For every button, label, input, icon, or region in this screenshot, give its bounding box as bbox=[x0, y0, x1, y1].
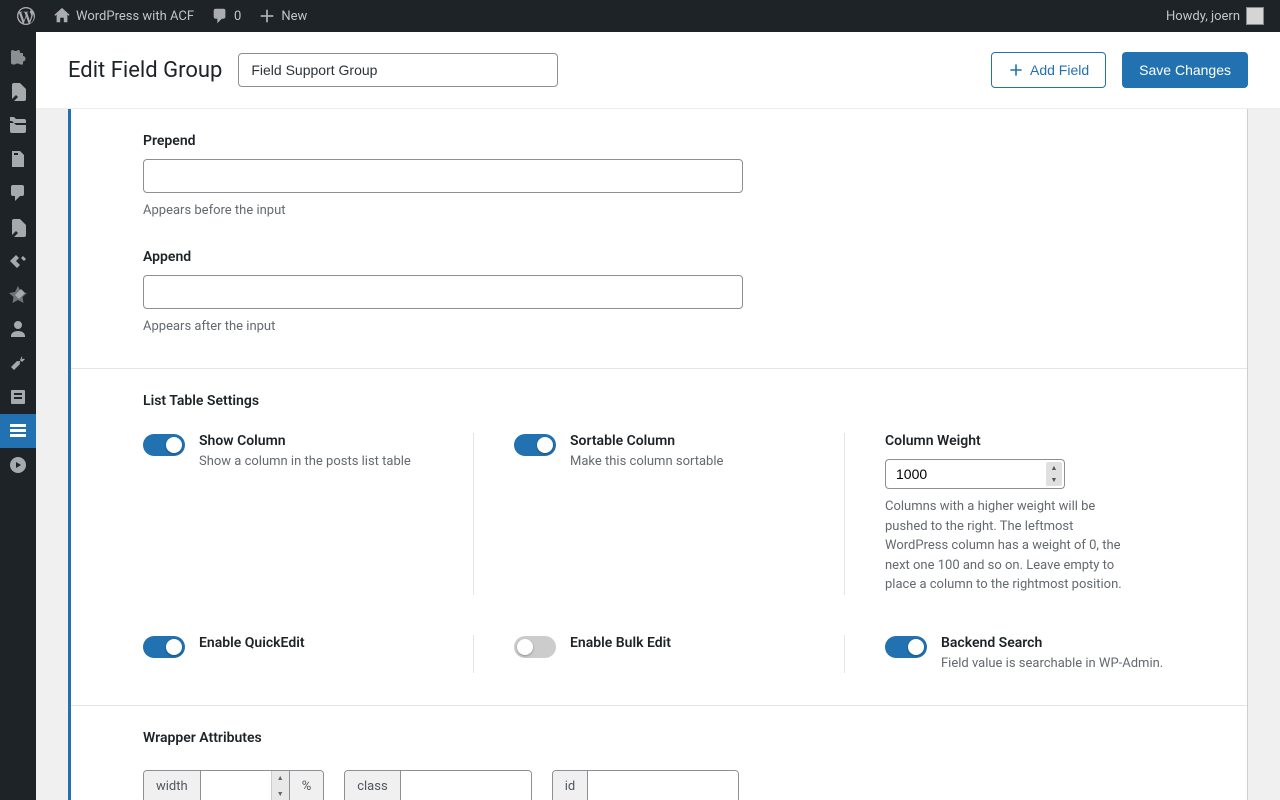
sidebar-item-dashboard[interactable] bbox=[0, 40, 36, 74]
prepend-input[interactable] bbox=[143, 159, 743, 193]
enable-quickedit-title: Enable QuickEdit bbox=[199, 635, 433, 651]
show-column-toggle[interactable] bbox=[143, 434, 185, 456]
sidebar-item-posts[interactable] bbox=[0, 74, 36, 108]
show-column-title: Show Column bbox=[199, 433, 433, 449]
admin-sidebar bbox=[0, 32, 36, 800]
wordpress-icon bbox=[16, 6, 36, 26]
column-weight-label: Column Weight bbox=[885, 433, 1175, 449]
sortable-column-title: Sortable Column bbox=[570, 433, 804, 449]
sidebar-item-comments[interactable] bbox=[0, 176, 36, 210]
wrapper-attributes-heading: Wrapper Attributes bbox=[143, 730, 1175, 746]
sidebar-item-custom1[interactable] bbox=[0, 210, 36, 244]
sortable-column-toggle[interactable] bbox=[514, 434, 556, 456]
wrapper-class-input[interactable] bbox=[401, 771, 531, 800]
append-label: Append bbox=[143, 249, 1175, 265]
sidebar-item-custom2[interactable] bbox=[0, 448, 36, 482]
wrapper-width-input[interactable] bbox=[201, 771, 271, 800]
new-content-link[interactable]: New bbox=[249, 0, 315, 32]
field-settings-panel: Prepend Appears before the input Append … bbox=[68, 109, 1248, 800]
comments-count: 0 bbox=[234, 9, 241, 24]
add-field-button[interactable]: Add Field bbox=[991, 52, 1106, 88]
backend-search-title: Backend Search bbox=[941, 635, 1175, 651]
wrapper-id-group: id bbox=[552, 770, 740, 800]
site-title: WordPress with ACF bbox=[76, 9, 194, 24]
sidebar-item-pages[interactable] bbox=[0, 142, 36, 176]
sidebar-item-acf[interactable] bbox=[0, 414, 36, 448]
home-icon bbox=[52, 6, 72, 26]
save-changes-button[interactable]: Save Changes bbox=[1122, 52, 1248, 88]
wrapper-id-label: id bbox=[553, 771, 589, 800]
enable-bulkedit-title: Enable Bulk Edit bbox=[570, 635, 804, 651]
show-column-desc: Show a column in the posts list table bbox=[199, 453, 433, 471]
backend-search-desc: Field value is searchable in WP-Admin. bbox=[941, 655, 1175, 673]
wrapper-width-suffix: % bbox=[289, 771, 324, 800]
column-weight-help: Columns with a higher weight will be pus… bbox=[885, 497, 1125, 595]
wrapper-class-label: class bbox=[345, 771, 400, 800]
sidebar-item-settings[interactable] bbox=[0, 380, 36, 414]
backend-search-toggle[interactable] bbox=[885, 636, 927, 658]
list-table-heading: List Table Settings bbox=[143, 393, 1175, 409]
sidebar-item-users[interactable] bbox=[0, 312, 36, 346]
wrapper-class-group: class bbox=[344, 770, 531, 800]
sidebar-item-appearance[interactable] bbox=[0, 244, 36, 278]
comment-icon bbox=[210, 6, 230, 26]
wrapper-width-label: width bbox=[144, 771, 201, 800]
wrapper-width-group: width ▲▼ % bbox=[143, 770, 324, 800]
admin-toolbar: WordPress with ACF 0 New Howdy, joern bbox=[0, 0, 1280, 32]
avatar bbox=[1246, 7, 1264, 25]
field-group-title-input[interactable] bbox=[238, 53, 558, 87]
site-home-link[interactable]: WordPress with ACF bbox=[44, 0, 202, 32]
howdy-text: Howdy, joern bbox=[1166, 9, 1240, 24]
wrapper-width-stepper[interactable]: ▲▼ bbox=[271, 771, 289, 800]
append-help: Appears after the input bbox=[143, 317, 1175, 337]
page-header: Edit Field Group Add Field Save Changes bbox=[36, 32, 1280, 109]
plus-icon bbox=[1008, 62, 1024, 78]
enable-quickedit-toggle[interactable] bbox=[143, 636, 185, 658]
sidebar-item-tools[interactable] bbox=[0, 346, 36, 380]
comments-link[interactable]: 0 bbox=[202, 0, 249, 32]
sortable-column-desc: Make this column sortable bbox=[570, 453, 804, 471]
sidebar-item-media[interactable] bbox=[0, 108, 36, 142]
page-title: Edit Field Group bbox=[68, 58, 222, 83]
user-account-link[interactable]: Howdy, joern bbox=[1158, 0, 1272, 32]
plus-icon bbox=[257, 6, 277, 26]
append-input[interactable] bbox=[143, 275, 743, 309]
new-label: New bbox=[281, 9, 307, 24]
column-weight-input[interactable] bbox=[885, 459, 1065, 489]
wordpress-logo-menu[interactable] bbox=[8, 0, 44, 32]
sidebar-item-plugins[interactable] bbox=[0, 278, 36, 312]
prepend-label: Prepend bbox=[143, 133, 1175, 149]
wrapper-id-input[interactable] bbox=[588, 771, 738, 800]
prepend-help: Appears before the input bbox=[143, 201, 1175, 221]
enable-bulkedit-toggle[interactable] bbox=[514, 636, 556, 658]
column-weight-stepper[interactable]: ▲▼ bbox=[1046, 462, 1062, 486]
